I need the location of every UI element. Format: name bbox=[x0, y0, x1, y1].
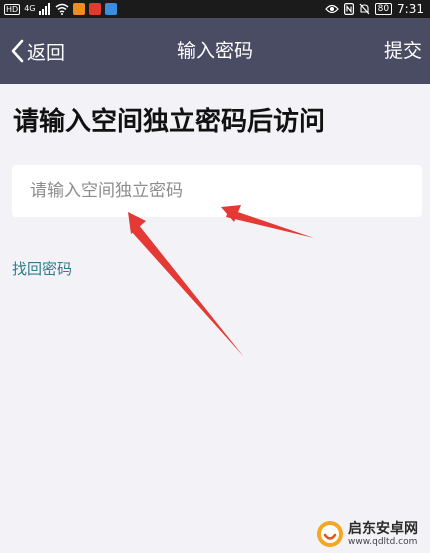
clock: 7:31 bbox=[397, 2, 424, 16]
eye-icon bbox=[324, 4, 339, 14]
hd-badge: HD bbox=[4, 3, 21, 15]
status-bar: HD 4G 80 7:31 bbox=[0, 0, 430, 18]
app-notification-icon bbox=[105, 3, 118, 15]
mute-icon bbox=[359, 3, 370, 15]
battery-indicator: 80 bbox=[374, 3, 393, 15]
watermark-url: www.qdltd.com bbox=[348, 536, 418, 547]
page-title: 输入密码 bbox=[176, 40, 253, 62]
app-notification-icon bbox=[73, 3, 86, 15]
access-heading: 请输入空间独立密码后访问 bbox=[13, 107, 326, 137]
nfc-icon bbox=[343, 3, 354, 15]
network-type: 4G bbox=[24, 4, 36, 13]
watermark-logo-icon bbox=[317, 521, 343, 547]
watermark: 启东安卓网 www.qdltd.com bbox=[316, 518, 428, 550]
password-input[interactable] bbox=[12, 165, 422, 217]
nav-bar: 返回 输入密码 提交 bbox=[0, 18, 430, 84]
watermark-name: 启东安卓网 bbox=[348, 520, 418, 537]
signal-icon bbox=[39, 3, 51, 15]
submit-button[interactable]: 提交 bbox=[384, 38, 422, 64]
annotation-arrow bbox=[128, 212, 244, 357]
status-right-icons: 80 7:31 bbox=[324, 1, 424, 17]
wifi-icon bbox=[56, 3, 69, 15]
app-notification-icon bbox=[89, 3, 102, 15]
status-left-icons: HD 4G bbox=[4, 2, 118, 16]
recover-password-link[interactable]: 找回密码 bbox=[12, 258, 72, 279]
